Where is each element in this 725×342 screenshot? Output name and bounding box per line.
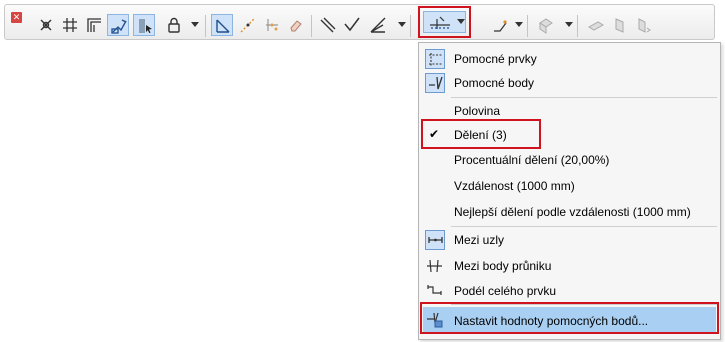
toolbar-divider [410,15,411,37]
close-toolbar-button[interactable]: ✕ [11,12,22,23]
menu-item-podel-celeho-prvku[interactable]: Podél celého prvku [419,279,720,303]
guide-elements-icon [425,49,445,69]
dashed-line-point-icon[interactable] [237,14,259,36]
along-element-icon [425,281,445,301]
pointer-select-icon[interactable] [133,14,155,36]
menu-item-procentualni-deleni[interactable]: Procentuální dělení (20,00%) [419,148,720,172]
angle-bisector-icon[interactable] [367,14,389,36]
chevron-down-icon[interactable] [515,22,523,27]
intersection-snap-icon[interactable] [35,14,57,36]
toolbar-divider [311,15,312,37]
menu-item-nejlepsi-deleni[interactable]: Nejlepší dělení podle vzdálenosti (1000 … [419,200,720,224]
special-snap-menu: Pomocné prvky Pomocné body Polovina ✔ Dě… [418,42,721,340]
intersection-points-icon [425,256,445,276]
menu-divider [451,97,717,98]
cube-faces-icon[interactable] [535,14,557,36]
trace-arrow-icon[interactable] [489,14,511,36]
highlight-deleni [421,119,541,149]
toolbar-divider [527,15,528,37]
angle-check-icon[interactable] [341,14,363,36]
grid-snap-icon[interactable] [59,14,81,36]
panel-icon[interactable] [609,14,631,36]
menu-item-mezi-body-pruniku[interactable]: Mezi body průniku [419,254,720,278]
menu-item-vzdalenost[interactable]: Vzdálenost (1000 mm) [419,174,720,198]
menu-item-mezi-uzly[interactable]: Mezi uzly [419,228,720,252]
toolbar-divider [205,15,206,37]
toolbar-divider [577,15,578,37]
chevron-down-icon[interactable] [191,22,199,27]
menu-divider [451,226,717,227]
parallel-lines-icon[interactable] [317,14,339,36]
corner-snap-icon[interactable] [83,14,105,36]
special-snap-points-button[interactable] [418,6,471,38]
eraser-icon[interactable] [285,14,307,36]
chevron-down-icon[interactable] [398,22,406,27]
padlock-icon[interactable] [163,14,185,36]
trace-reference-icon[interactable] [107,14,129,36]
highlight-nastavit-hodnoty [420,302,719,334]
snap-toolbar: ✕ [4,4,715,40]
chevron-down-icon[interactable] [565,22,573,27]
scatter-points-icon[interactable] [261,14,283,36]
guide-lines-icon[interactable] [211,14,233,36]
guide-points-icon [425,73,445,93]
between-nodes-icon [425,230,445,250]
rotate-panel-icon[interactable] [633,14,655,36]
plane-icon[interactable] [585,14,607,36]
chevron-down-icon[interactable] [457,19,465,24]
menu-item-pomocne-prvky[interactable]: Pomocné prvky [419,47,720,71]
menu-item-pomocne-body[interactable]: Pomocné body [419,71,720,95]
